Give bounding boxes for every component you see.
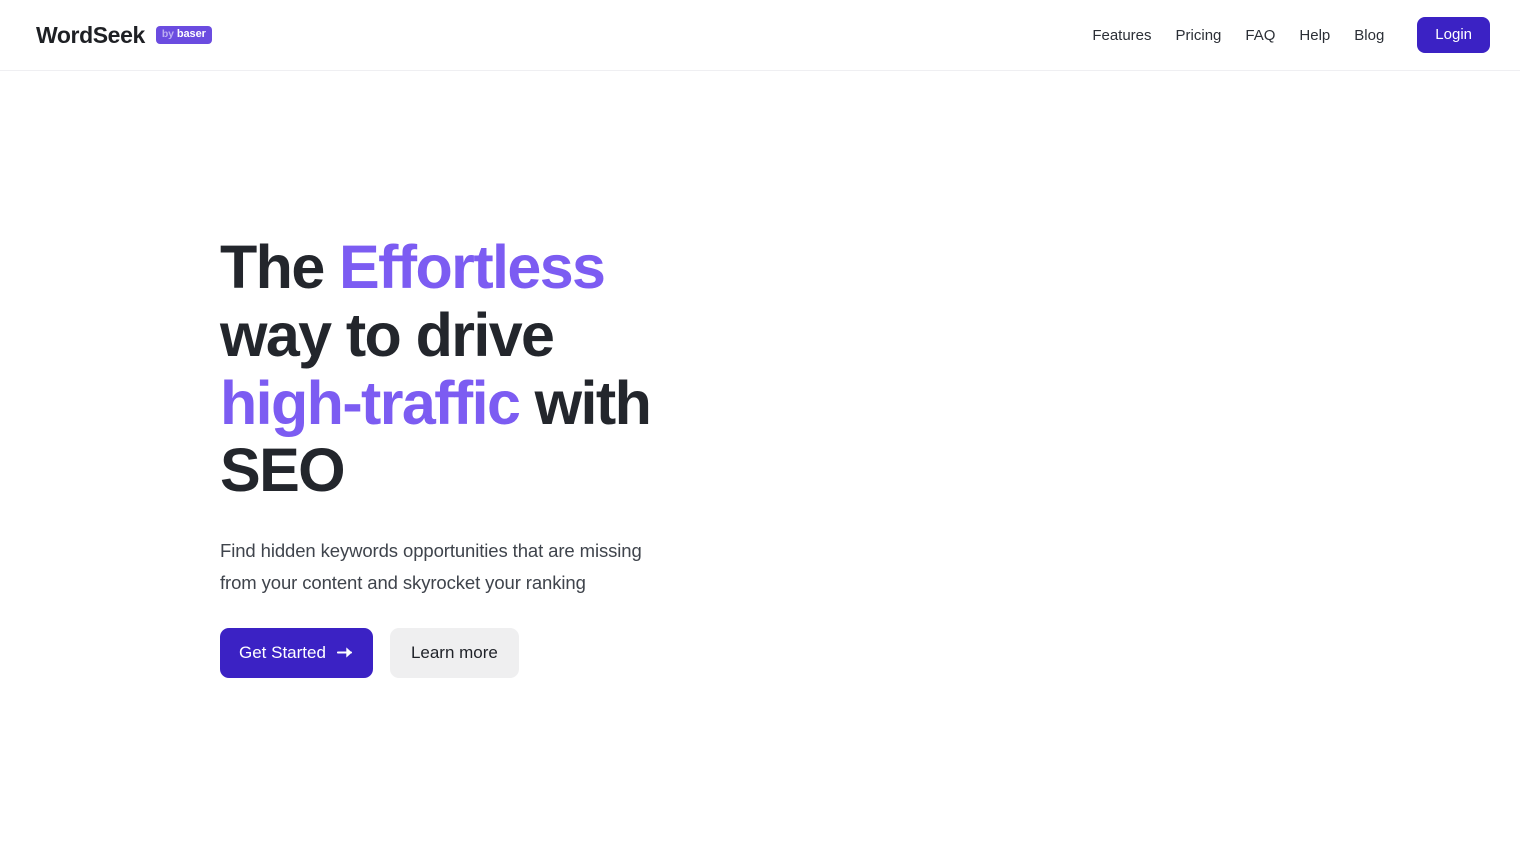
hero-section: The Effortless way to drive high-traffic…	[0, 71, 1520, 855]
nav-item-blog[interactable]: Blog	[1342, 20, 1396, 51]
headline-accent-effortless: Effortless	[339, 233, 606, 302]
brand-logo[interactable]: WordSeek by baser	[36, 21, 212, 48]
get-started-button[interactable]: Get Started	[220, 627, 373, 678]
headline-text-2: way to drive	[220, 300, 555, 369]
headline-accent-high-traffic: high-traffic	[220, 368, 521, 437]
hero-headline: The Effortless way to drive high-traffic…	[220, 233, 690, 505]
hero-content: The Effortless way to drive high-traffic…	[220, 233, 690, 678]
site-header: WordSeek by baser Features Pricing FAQ H…	[0, 0, 1520, 71]
brand-wordmark: WordSeek	[36, 21, 145, 48]
brand-badge: by baser	[155, 26, 212, 44]
nav-item-pricing[interactable]: Pricing	[1164, 20, 1234, 51]
main-navigation: Features Pricing FAQ Help Blog Login	[1080, 17, 1490, 53]
hero-subtext: Find hidden keywords opportunities that …	[220, 539, 642, 593]
hero-cta-group: Get Started Learn more	[220, 627, 690, 678]
login-button[interactable]: Login	[1417, 17, 1490, 53]
nav-item-help[interactable]: Help	[1287, 20, 1342, 51]
get-started-label: Get Started	[239, 642, 326, 662]
nav-item-features[interactable]: Features	[1080, 20, 1163, 51]
headline-text-1: The	[220, 233, 339, 302]
nav-item-faq[interactable]: FAQ	[1233, 20, 1287, 51]
learn-more-button[interactable]: Learn more	[389, 627, 519, 678]
brand-badge-by: by	[161, 28, 174, 40]
brand-badge-name: baser	[176, 28, 206, 40]
arrow-right-icon	[336, 645, 354, 660]
